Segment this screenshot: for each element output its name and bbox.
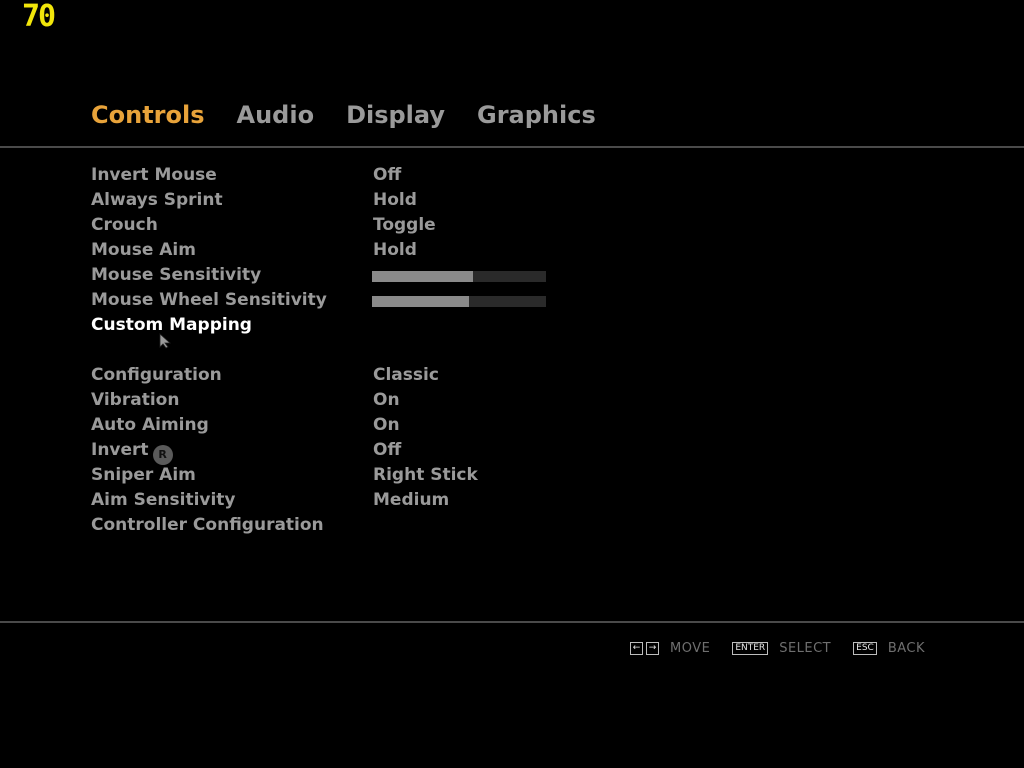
setting-value: Hold: [373, 190, 417, 210]
tab-controls[interactable]: Controls: [91, 99, 205, 131]
bottom-divider: [0, 621, 1024, 623]
setting-value: Off: [373, 165, 402, 185]
setting-value: Classic: [373, 365, 439, 385]
setting-always-sprint[interactable]: Always Sprint Hold: [91, 188, 551, 213]
setting-configuration[interactable]: Configuration Classic: [91, 363, 551, 388]
left-arrow-key-icon: ←: [630, 642, 643, 655]
setting-label: Mouse Wheel Sensitivity: [91, 290, 327, 310]
mouse-sensitivity-slider[interactable]: [372, 271, 546, 282]
setting-label: Crouch: [91, 215, 158, 235]
setting-label: Vibration: [91, 390, 180, 410]
setting-invert-right-stick[interactable]: Invert R Off: [91, 438, 551, 465]
setting-label: Aim Sensitivity: [91, 490, 236, 510]
right-arrow-key-icon: →: [646, 642, 659, 655]
setting-label: Invert Mouse: [91, 165, 217, 185]
mouse-cursor-icon: [159, 333, 172, 349]
setting-value: On: [373, 415, 400, 435]
mouse-wheel-sensitivity-slider[interactable]: [372, 296, 546, 307]
setting-label: Mouse Sensitivity: [91, 265, 262, 285]
invert-label-text: Invert: [91, 440, 149, 460]
setting-vibration[interactable]: Vibration On: [91, 388, 551, 413]
settings-tabs: Controls Audio Display Graphics: [91, 99, 628, 131]
setting-label: Controller Configuration: [91, 515, 324, 535]
esc-key-icon[interactable]: ESC: [853, 642, 877, 655]
tab-graphics[interactable]: Graphics: [477, 99, 596, 131]
select-hint-label: SELECT: [779, 641, 832, 656]
fps-counter: 70: [22, 0, 56, 34]
slider-fill: [372, 271, 473, 282]
setting-value: On: [373, 390, 400, 410]
setting-controller-configuration[interactable]: Controller Configuration: [91, 513, 551, 538]
setting-sniper-aim[interactable]: Sniper Aim Right Stick: [91, 463, 551, 488]
back-hint-label: BACK: [887, 641, 926, 656]
setting-mouse-wheel-sensitivity[interactable]: Mouse Wheel Sensitivity: [91, 288, 551, 313]
setting-crouch[interactable]: Crouch Toggle: [91, 213, 551, 238]
move-hint-label: MOVE: [670, 641, 711, 656]
right-stick-icon: R: [152, 445, 173, 465]
setting-value: Toggle: [373, 215, 436, 235]
setting-value: Right Stick: [373, 465, 478, 485]
setting-value: Medium: [373, 490, 450, 510]
setting-label: Configuration: [91, 365, 222, 385]
setting-label: Sniper Aim: [91, 465, 196, 485]
setting-mouse-sensitivity[interactable]: Mouse Sensitivity: [91, 263, 551, 288]
slider-fill: [372, 296, 470, 307]
setting-label: Mouse Aim: [91, 240, 196, 260]
setting-auto-aiming[interactable]: Auto Aiming On: [91, 413, 551, 438]
top-divider: [0, 146, 1024, 148]
setting-label: Invert R: [91, 438, 173, 465]
enter-key-icon[interactable]: ENTER: [732, 642, 769, 655]
setting-label: Auto Aiming: [91, 415, 209, 435]
tab-audio[interactable]: Audio: [237, 99, 315, 131]
setting-value: Hold: [373, 240, 417, 260]
setting-value: Off: [373, 440, 402, 460]
setting-label: Always Sprint: [91, 190, 223, 210]
setting-mouse-aim[interactable]: Mouse Aim Hold: [91, 238, 551, 263]
footer-hints: ← → MOVE ENTER SELECT ESC BACK: [630, 641, 947, 656]
setting-invert-mouse[interactable]: Invert Mouse Off: [91, 163, 551, 188]
setting-aim-sensitivity[interactable]: Aim Sensitivity Medium: [91, 488, 551, 513]
tab-display[interactable]: Display: [346, 99, 445, 131]
